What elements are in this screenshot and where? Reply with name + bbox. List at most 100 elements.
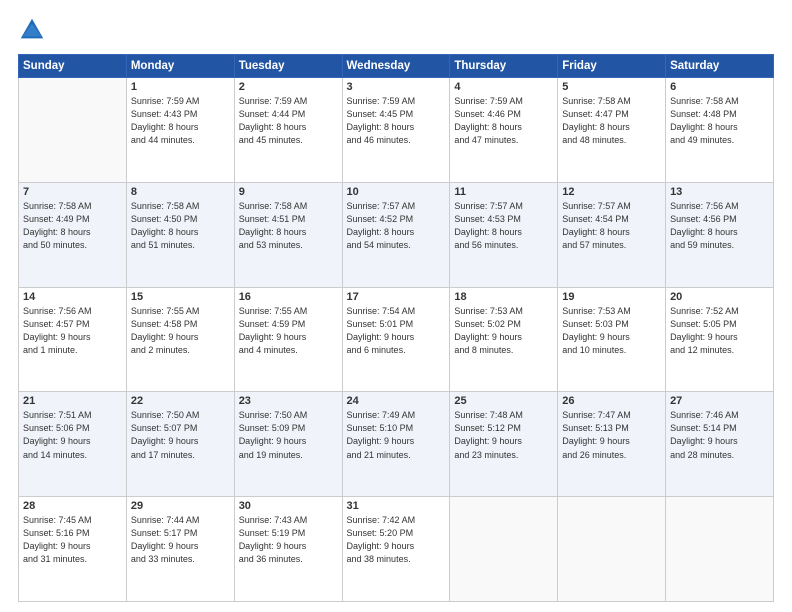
day-info: Sunrise: 7:51 AMSunset: 5:06 PMDaylight:… bbox=[23, 409, 122, 461]
calendar-day-cell: 7 Sunrise: 7:58 AMSunset: 4:49 PMDaylight… bbox=[19, 182, 127, 287]
day-number: 19 bbox=[562, 291, 661, 303]
day-number: 7 bbox=[23, 186, 122, 198]
calendar-day-cell bbox=[558, 497, 666, 602]
calendar-day-cell: 10 Sunrise: 7:57 AMSunset: 4:52 PMDayligh… bbox=[342, 182, 450, 287]
day-of-week-header: Thursday bbox=[450, 55, 558, 78]
header bbox=[18, 16, 774, 44]
calendar-day-cell: 11Sunrise: 7:57 AMSunset: 4:53 PMDayligh… bbox=[450, 182, 558, 287]
calendar-day-cell: 1 Sunrise: 7:59 AMSunset: 4:43 PMDaylight… bbox=[126, 78, 234, 183]
calendar-day-cell: 29 Sunrise: 7:44 AMSunset: 5:17 PMDayligh… bbox=[126, 497, 234, 602]
calendar-day-cell: 25 Sunrise: 7:48 AMSunset: 5:12 PMDayligh… bbox=[450, 392, 558, 497]
day-number: 20 bbox=[670, 291, 769, 303]
day-of-week-header: Wednesday bbox=[342, 55, 450, 78]
day-info: Sunrise: 7:42 AMSunset: 5:20 PMDaylight:… bbox=[347, 514, 446, 566]
day-of-week-header: Monday bbox=[126, 55, 234, 78]
calendar-week-row: 14 Sunrise: 7:56 AMSunset: 4:57 PMDayligh… bbox=[19, 287, 774, 392]
calendar-day-cell bbox=[19, 78, 127, 183]
day-of-week-header: Saturday bbox=[666, 55, 774, 78]
calendar-day-cell bbox=[666, 497, 774, 602]
day-info: Sunrise: 7:57 AMSunset: 4:53 PMDaylight:… bbox=[454, 200, 553, 252]
calendar-day-cell bbox=[450, 497, 558, 602]
day-of-week-header: Friday bbox=[558, 55, 666, 78]
calendar-day-cell: 14 Sunrise: 7:56 AMSunset: 4:57 PMDayligh… bbox=[19, 287, 127, 392]
day-info: Sunrise: 7:56 AMSunset: 4:56 PMDaylight:… bbox=[670, 200, 769, 252]
calendar-day-cell: 15 Sunrise: 7:55 AMSunset: 4:58 PMDayligh… bbox=[126, 287, 234, 392]
day-number: 12 bbox=[562, 186, 661, 198]
day-number: 2 bbox=[239, 81, 338, 93]
day-number: 23 bbox=[239, 395, 338, 407]
day-number: 21 bbox=[23, 395, 122, 407]
day-info: Sunrise: 7:50 AMSunset: 5:07 PMDaylight:… bbox=[131, 409, 230, 461]
day-of-week-header: Sunday bbox=[19, 55, 127, 78]
day-info: Sunrise: 7:58 AMSunset: 4:50 PMDaylight:… bbox=[131, 200, 230, 252]
day-number: 5 bbox=[562, 81, 661, 93]
day-info: Sunrise: 7:59 AMSunset: 4:46 PMDaylight:… bbox=[454, 95, 553, 147]
day-number: 10 bbox=[347, 186, 446, 198]
calendar-day-cell: 5 Sunrise: 7:58 AMSunset: 4:47 PMDaylight… bbox=[558, 78, 666, 183]
calendar-day-cell: 19 Sunrise: 7:53 AMSunset: 5:03 PMDayligh… bbox=[558, 287, 666, 392]
calendar-day-cell: 4 Sunrise: 7:59 AMSunset: 4:46 PMDaylight… bbox=[450, 78, 558, 183]
day-number: 1 bbox=[131, 81, 230, 93]
day-info: Sunrise: 7:47 AMSunset: 5:13 PMDaylight:… bbox=[562, 409, 661, 461]
logo bbox=[18, 16, 50, 44]
calendar-week-row: 7 Sunrise: 7:58 AMSunset: 4:49 PMDaylight… bbox=[19, 182, 774, 287]
calendar-day-cell: 21 Sunrise: 7:51 AMSunset: 5:06 PMDayligh… bbox=[19, 392, 127, 497]
day-number: 8 bbox=[131, 186, 230, 198]
calendar-day-cell: 20 Sunrise: 7:52 AMSunset: 5:05 PMDayligh… bbox=[666, 287, 774, 392]
day-number: 26 bbox=[562, 395, 661, 407]
day-info: Sunrise: 7:49 AMSunset: 5:10 PMDaylight:… bbox=[347, 409, 446, 461]
day-number: 29 bbox=[131, 500, 230, 512]
day-number: 6 bbox=[670, 81, 769, 93]
day-info: Sunrise: 7:56 AMSunset: 4:57 PMDaylight:… bbox=[23, 305, 122, 357]
calendar-day-cell: 2 Sunrise: 7:59 AMSunset: 4:44 PMDaylight… bbox=[234, 78, 342, 183]
calendar-day-cell: 26 Sunrise: 7:47 AMSunset: 5:13 PMDayligh… bbox=[558, 392, 666, 497]
page: SundayMondayTuesdayWednesdayThursdayFrid… bbox=[0, 0, 792, 612]
day-info: Sunrise: 7:58 AMSunset: 4:48 PMDaylight:… bbox=[670, 95, 769, 147]
calendar-table: SundayMondayTuesdayWednesdayThursdayFrid… bbox=[18, 54, 774, 602]
day-of-week-header: Tuesday bbox=[234, 55, 342, 78]
day-number: 22 bbox=[131, 395, 230, 407]
day-info: Sunrise: 7:54 AMSunset: 5:01 PMDaylight:… bbox=[347, 305, 446, 357]
calendar-day-cell: 9Sunrise: 7:58 AMSunset: 4:51 PMDaylight… bbox=[234, 182, 342, 287]
day-info: Sunrise: 7:58 AMSunset: 4:51 PMDaylight:… bbox=[239, 200, 338, 252]
day-info: Sunrise: 7:57 AMSunset: 4:52 PMDaylight:… bbox=[347, 200, 446, 252]
day-number: 17 bbox=[347, 291, 446, 303]
day-info: Sunrise: 7:48 AMSunset: 5:12 PMDaylight:… bbox=[454, 409, 553, 461]
calendar-day-cell: 18 Sunrise: 7:53 AMSunset: 5:02 PMDayligh… bbox=[450, 287, 558, 392]
day-info: Sunrise: 7:58 AMSunset: 4:47 PMDaylight:… bbox=[562, 95, 661, 147]
calendar-week-row: 1 Sunrise: 7:59 AMSunset: 4:43 PMDaylight… bbox=[19, 78, 774, 183]
calendar-day-cell: 8 Sunrise: 7:58 AMSunset: 4:50 PMDaylight… bbox=[126, 182, 234, 287]
day-info: Sunrise: 7:59 AMSunset: 4:43 PMDaylight:… bbox=[131, 95, 230, 147]
calendar-day-cell: 30 Sunrise: 7:43 AMSunset: 5:19 PMDayligh… bbox=[234, 497, 342, 602]
day-number: 18 bbox=[454, 291, 553, 303]
day-info: Sunrise: 7:44 AMSunset: 5:17 PMDaylight:… bbox=[131, 514, 230, 566]
calendar-day-cell: 22 Sunrise: 7:50 AMSunset: 5:07 PMDayligh… bbox=[126, 392, 234, 497]
calendar-day-cell: 16 Sunrise: 7:55 AMSunset: 4:59 PMDayligh… bbox=[234, 287, 342, 392]
calendar-day-cell: 28Sunrise: 7:45 AMSunset: 5:16 PMDayligh… bbox=[19, 497, 127, 602]
day-number: 3 bbox=[347, 81, 446, 93]
day-info: Sunrise: 7:43 AMSunset: 5:19 PMDaylight:… bbox=[239, 514, 338, 566]
day-number: 13 bbox=[670, 186, 769, 198]
day-number: 4 bbox=[454, 81, 553, 93]
day-number: 24 bbox=[347, 395, 446, 407]
day-info: Sunrise: 7:55 AMSunset: 4:59 PMDaylight:… bbox=[239, 305, 338, 357]
day-info: Sunrise: 7:52 AMSunset: 5:05 PMDaylight:… bbox=[670, 305, 769, 357]
day-info: Sunrise: 7:53 AMSunset: 5:03 PMDaylight:… bbox=[562, 305, 661, 357]
day-info: Sunrise: 7:50 AMSunset: 5:09 PMDaylight:… bbox=[239, 409, 338, 461]
day-number: 16 bbox=[239, 291, 338, 303]
calendar-week-row: 21 Sunrise: 7:51 AMSunset: 5:06 PMDayligh… bbox=[19, 392, 774, 497]
day-info: Sunrise: 7:59 AMSunset: 4:44 PMDaylight:… bbox=[239, 95, 338, 147]
calendar-week-row: 28Sunrise: 7:45 AMSunset: 5:16 PMDayligh… bbox=[19, 497, 774, 602]
day-number: 14 bbox=[23, 291, 122, 303]
day-number: 30 bbox=[239, 500, 338, 512]
day-info: Sunrise: 7:59 AMSunset: 4:45 PMDaylight:… bbox=[347, 95, 446, 147]
day-info: Sunrise: 7:53 AMSunset: 5:02 PMDaylight:… bbox=[454, 305, 553, 357]
day-number: 15 bbox=[131, 291, 230, 303]
calendar-day-cell: 23 Sunrise: 7:50 AMSunset: 5:09 PMDayligh… bbox=[234, 392, 342, 497]
calendar-day-cell: 13 Sunrise: 7:56 AMSunset: 4:56 PMDayligh… bbox=[666, 182, 774, 287]
day-info: Sunrise: 7:57 AMSunset: 4:54 PMDaylight:… bbox=[562, 200, 661, 252]
day-number: 25 bbox=[454, 395, 553, 407]
day-info: Sunrise: 7:55 AMSunset: 4:58 PMDaylight:… bbox=[131, 305, 230, 357]
logo-icon bbox=[18, 16, 46, 44]
day-info: Sunrise: 7:58 AMSunset: 4:49 PMDaylight:… bbox=[23, 200, 122, 252]
